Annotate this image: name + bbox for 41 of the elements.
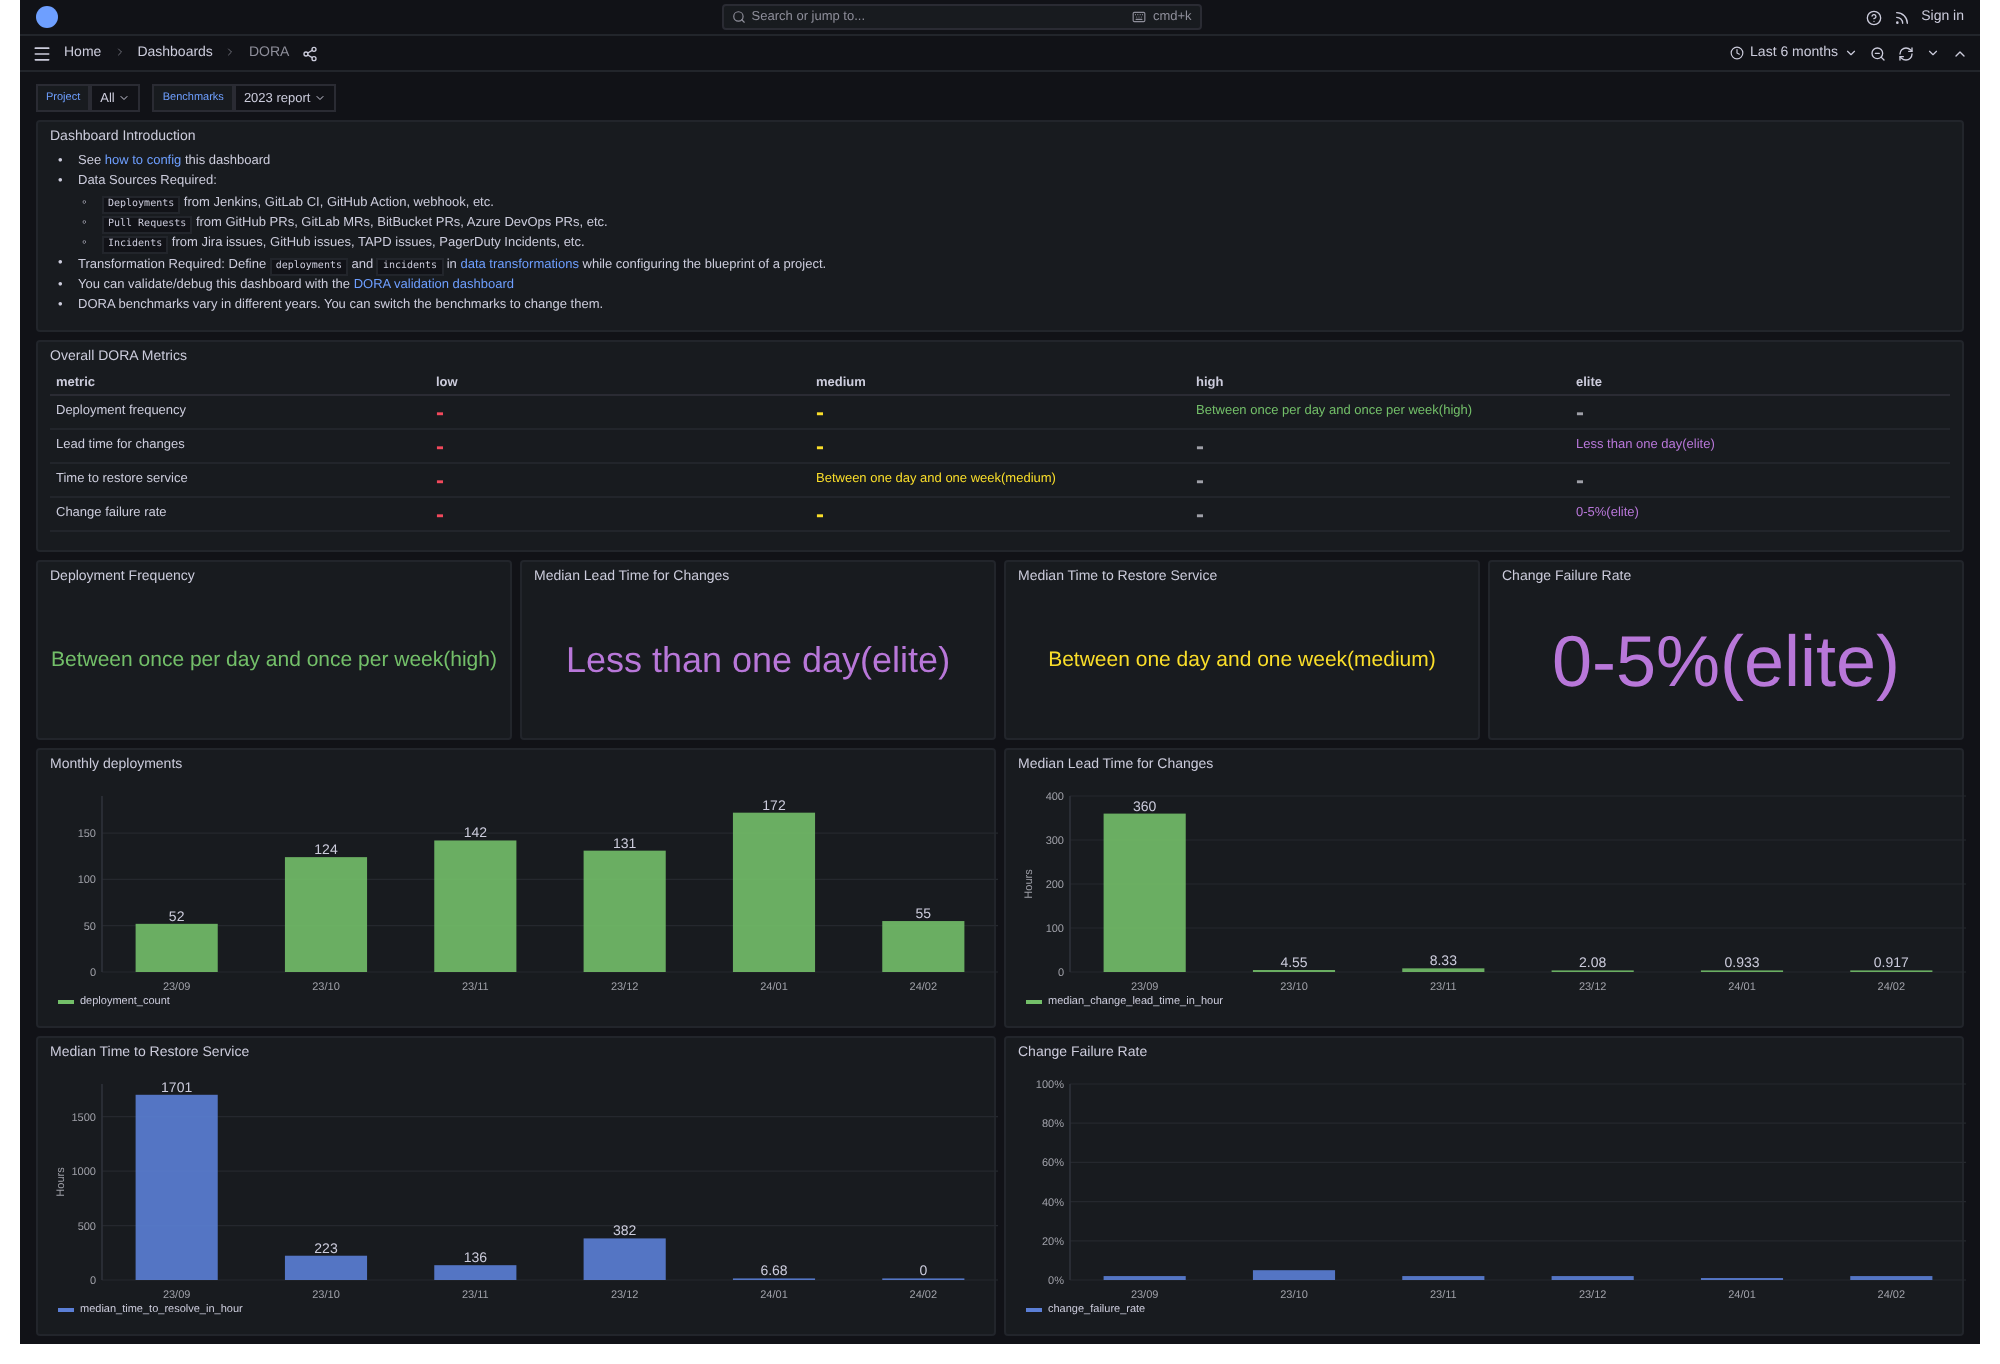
table-cell: - bbox=[810, 498, 1190, 532]
chevron-right-icon bbox=[113, 45, 126, 57]
bar bbox=[284, 857, 368, 972]
zoom-out-icon[interactable] bbox=[1870, 45, 1886, 61]
bar bbox=[434, 840, 517, 972]
caret-icon bbox=[314, 92, 327, 104]
caret-icon bbox=[1844, 46, 1858, 60]
rss-icon[interactable] bbox=[1893, 9, 1910, 25]
table-cell: - bbox=[430, 430, 810, 464]
stat-value: Less than one day(elite) bbox=[565, 640, 951, 682]
app-logo bbox=[36, 6, 58, 28]
bar bbox=[135, 923, 218, 972]
search-icon bbox=[731, 10, 746, 24]
share-icon[interactable] bbox=[301, 45, 318, 61]
stat-value: Between once per day and once per week(high) bbox=[51, 648, 497, 674]
refresh-icon[interactable] bbox=[1898, 45, 1914, 61]
table-cell: - bbox=[810, 430, 1190, 464]
table-cell: - bbox=[1190, 430, 1570, 464]
table-cell: - bbox=[430, 396, 810, 430]
bar bbox=[583, 850, 666, 972]
chevron-right-icon bbox=[224, 45, 237, 57]
menu-icon[interactable] bbox=[32, 43, 52, 63]
table-cell: - bbox=[430, 464, 810, 498]
table-cell: - bbox=[1570, 464, 1950, 498]
stat-value: 0-5%(elite) bbox=[1551, 619, 1901, 703]
dropdown-icon[interactable] bbox=[1926, 46, 1940, 60]
table-cell: - bbox=[1190, 498, 1570, 532]
table-cell: - bbox=[1190, 464, 1570, 498]
help-icon[interactable] bbox=[1865, 9, 1882, 25]
bar bbox=[284, 1255, 368, 1280]
stat-value: Between one day and one week(medium) bbox=[1048, 648, 1436, 674]
table-cell: - bbox=[1570, 396, 1950, 430]
bar bbox=[882, 921, 965, 972]
keyboard-icon bbox=[1132, 10, 1147, 24]
bar bbox=[434, 1265, 517, 1280]
table-cell: - bbox=[810, 396, 1190, 430]
clock-icon bbox=[1730, 46, 1745, 60]
caret-icon bbox=[118, 92, 131, 104]
bar bbox=[1252, 1270, 1336, 1280]
bar bbox=[583, 1238, 666, 1280]
table-cell: - bbox=[430, 498, 810, 532]
